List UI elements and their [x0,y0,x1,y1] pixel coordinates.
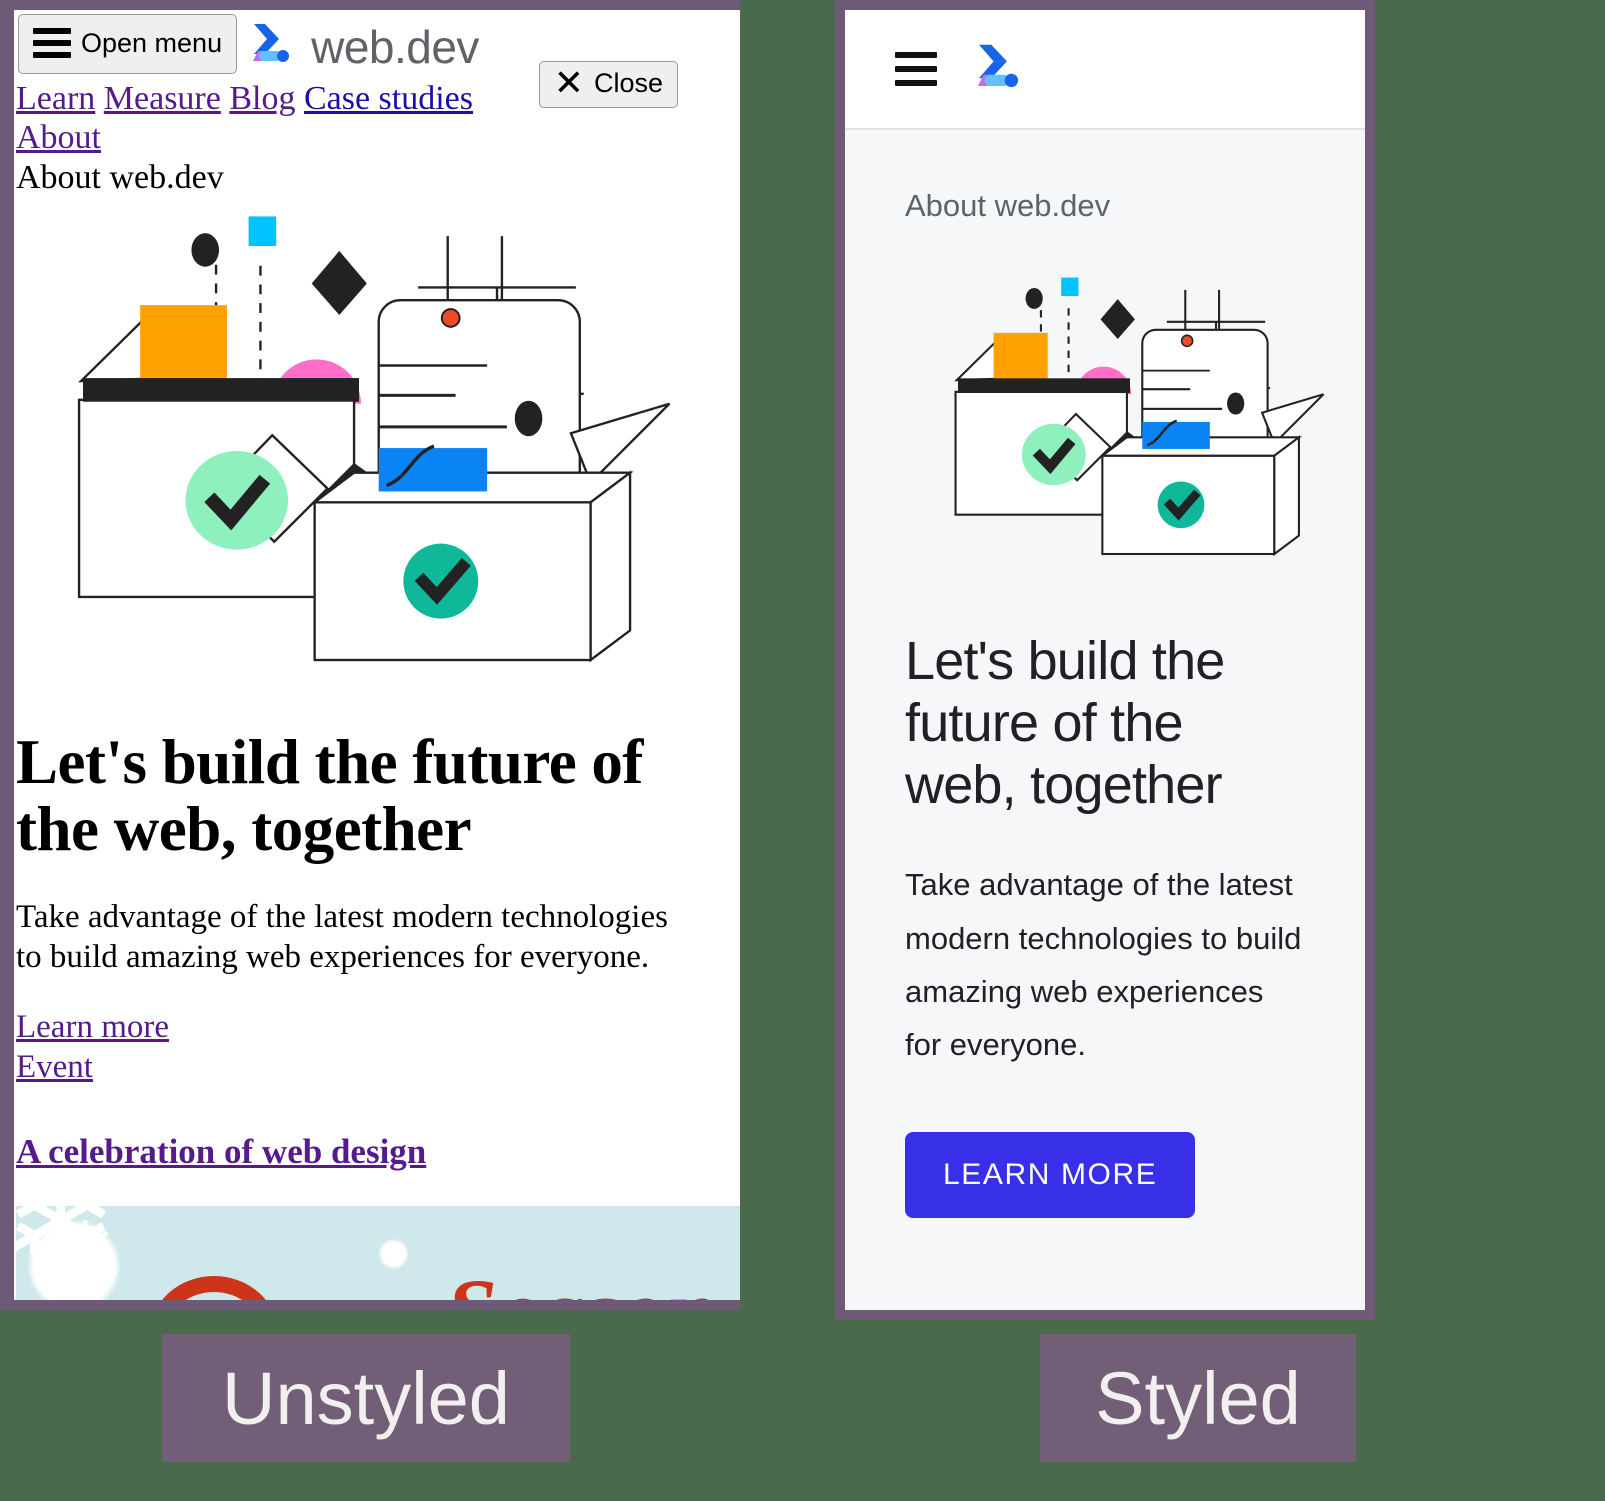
close-button[interactable]: ✕ Close [538,61,678,108]
styled-header [845,10,1365,130]
snowflake-icon: ❄ [56,1209,115,1287]
page-title: Let's build the future of the web, toget… [16,727,643,864]
page-body-text: Take advantage of the latest modern tech… [16,898,668,975]
breadcrumb: About web.dev [905,188,1111,223]
close-icon: ✕ [553,62,584,103]
open-menu-label: Open menu [81,27,223,58]
nav-link-learn[interactable]: Learn [16,80,95,117]
brand-text: web.dev [311,20,479,73]
learn-more-link[interactable]: Learn more [16,1007,169,1047]
webdev-logo-icon[interactable] [969,38,1027,101]
learn-more-button[interactable]: LEARN MORE [905,1131,1196,1218]
styled-main: About web.dev Let's build the future of … [845,188,1365,1218]
hero-links: Learn more Event [16,1007,740,1088]
nav-link-blog[interactable]: Blog [229,80,295,117]
caption-unstyled: Unstyled [162,1334,570,1462]
hero-illustration [915,260,1345,590]
page-body-text: Take advantage of the latest modern tech… [905,867,1302,1063]
styled-panel: About web.dev Let's build the future of … [835,0,1375,1320]
unstyled-page: Open menu web.dev Learn Measure Blog Cas… [14,10,740,1300]
nav-link-about[interactable]: About [16,119,101,156]
caption-styled: Styled [1040,1334,1356,1462]
open-menu-button[interactable]: Open menu [18,14,238,74]
promo-heading-link[interactable]: A celebration of web design [16,1132,426,1171]
nav-link-measure[interactable]: Measure [104,80,221,117]
page-title: Let's build the future of the web, toget… [905,631,1225,816]
nav-link-case-studies[interactable]: Case studies [304,80,473,117]
unstyled-panel: Open menu web.dev Learn Measure Blog Cas… [0,0,740,1310]
breadcrumb: About web.dev [16,159,224,197]
primary-nav: Learn Measure Blog Case studies About [16,79,539,157]
close-label: Close [593,67,663,98]
webdev-logo-icon [245,18,297,75]
hero-illustration [14,203,704,703]
event-link[interactable]: Event [16,1047,93,1087]
unstyled-nav-row: Learn Measure Blog Case studies About ✕ … [14,61,740,157]
promo-image: ❄ ❄ Season [16,1205,740,1300]
hamburger-icon[interactable] [895,44,937,94]
hamburger-icon [33,22,71,64]
promo-heading: A celebration of web design [16,1132,740,1172]
promo-script-text: Season [446,1258,717,1300]
brand-lockup[interactable]: web.dev [245,18,479,75]
